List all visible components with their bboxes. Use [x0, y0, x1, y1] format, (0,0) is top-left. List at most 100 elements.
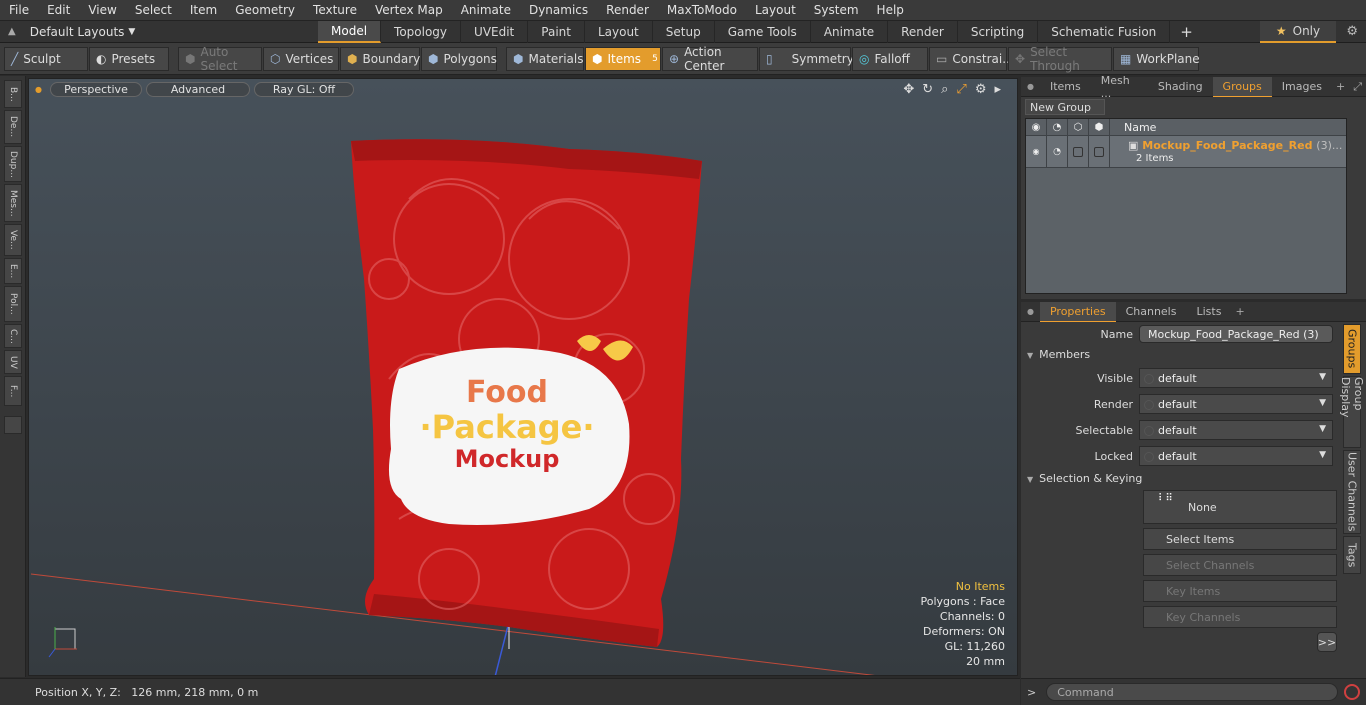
panel-expand-icon[interactable]: ⤢ [1349, 80, 1366, 94]
menu-dynamics[interactable]: Dynamics [520, 3, 597, 17]
tab-images[interactable]: Images [1272, 77, 1332, 97]
menu-geometry[interactable]: Geometry [226, 3, 304, 17]
tab-topology[interactable]: Topology [381, 20, 462, 43]
left-tab-duplicate[interactable]: Dup... [4, 146, 22, 182]
tab-properties[interactable]: Properties [1039, 301, 1116, 322]
panel-menu-icon[interactable]: ● [1021, 82, 1040, 91]
menu-edit[interactable]: Edit [38, 3, 79, 17]
left-tab-edge[interactable]: E... [4, 258, 22, 284]
gear-icon[interactable]: ⚙ [1346, 24, 1358, 39]
menu-texture[interactable]: Texture [304, 3, 366, 17]
tab-render[interactable]: Render [888, 20, 958, 43]
maximize-icon[interactable]: ⤢ [956, 82, 966, 97]
side-tab-tags[interactable]: Tags [1343, 536, 1361, 574]
selectable-dropdown[interactable]: default ▼ [1139, 420, 1333, 440]
boundary-button[interactable]: ⬢ Boundary [340, 46, 420, 71]
pan-icon[interactable]: ✥ [903, 82, 914, 97]
falloff-button[interactable]: ◎ Falloff [852, 46, 928, 71]
viewport-menu-dot-icon[interactable]: ● [35, 85, 42, 94]
vertices-button[interactable]: ⬡Vertices1 [263, 46, 350, 71]
food-package-model[interactable] [351, 139, 702, 647]
only-button[interactable]: ★ Only [1260, 21, 1336, 43]
add-props-tab-icon[interactable]: + [1231, 305, 1248, 318]
tab-items[interactable]: Items [1040, 77, 1091, 97]
left-tab-vertex[interactable]: Ve... [4, 224, 22, 256]
render-dropdown[interactable]: default ▼ [1139, 394, 1333, 414]
side-tab-user-channels[interactable]: User Channels [1343, 450, 1361, 534]
none-button[interactable]: ⠇⠿ None [1143, 490, 1337, 524]
row-render-icon[interactable]: ◔ [1047, 135, 1068, 168]
menu-maxtomodo[interactable]: MaxToModo [658, 3, 746, 17]
workplane-button[interactable]: ▦ WorkPlane [1113, 46, 1200, 71]
add-panel-tab-icon[interactable]: + [1332, 80, 1349, 93]
lock-cube-icon[interactable]: ⬡ [1068, 118, 1089, 136]
zoom-icon[interactable]: ⌕ [941, 82, 948, 97]
tab-channels[interactable]: Channels [1116, 302, 1187, 322]
tab-animate[interactable]: Animate [811, 20, 889, 43]
command-input[interactable]: Command [1046, 683, 1339, 701]
menu-view[interactable]: View [79, 3, 125, 17]
visible-dropdown[interactable]: default ▼ [1139, 368, 1333, 388]
items-button[interactable]: ⬢ Items 5 [585, 46, 661, 71]
tab-paint[interactable]: Paint [528, 20, 585, 43]
tab-game-tools[interactable]: Game Tools [715, 20, 811, 43]
symmetry-button[interactable]: ▯ Symmetry [759, 46, 854, 71]
select-cube-icon[interactable]: ⬢ [1089, 118, 1110, 136]
left-tab-polygon[interactable]: Pol... [4, 286, 22, 322]
members-section[interactable]: ▼ Members [1027, 348, 1090, 361]
side-tab-group-display[interactable]: Group Display [1339, 376, 1365, 448]
left-tab-extra[interactable] [4, 416, 22, 434]
menu-help[interactable]: Help [868, 3, 913, 17]
row-lock-checkbox[interactable] [1073, 146, 1083, 157]
materials-button[interactable]: ⬢ Materials [506, 46, 584, 71]
raygl-button[interactable]: Ray GL: Off [253, 81, 354, 97]
locked-dropdown[interactable]: default ▼ [1139, 446, 1333, 466]
tab-model[interactable]: Model [318, 20, 382, 43]
3d-viewport[interactable]: Food ·Package· Mockup ● Perspective Adva… [28, 78, 1018, 676]
side-tab-groups[interactable]: Groups [1343, 324, 1361, 374]
menu-render[interactable]: Render [597, 3, 658, 17]
tab-uvedit[interactable]: UVEdit [461, 20, 529, 43]
tab-groups[interactable]: Groups [1212, 76, 1272, 97]
add-tab-icon[interactable]: + [1170, 21, 1203, 43]
left-tab-basic[interactable]: B... [4, 80, 22, 108]
render-icon[interactable]: ◔ [1047, 118, 1068, 136]
shading-mode-button[interactable]: Advanced [145, 81, 250, 97]
constraints-button[interactable]: ▭ Constrai... [929, 46, 1014, 71]
record-macro-icon[interactable] [1344, 684, 1361, 700]
menu-vertex-map[interactable]: Vertex Map [366, 3, 452, 17]
menu-file[interactable]: File [0, 3, 38, 17]
tab-schematic-fusion[interactable]: Schematic Fusion [1038, 20, 1171, 43]
more-button[interactable]: >> [1317, 632, 1337, 652]
presets-button[interactable]: ◐ Presets [89, 46, 169, 71]
group-row[interactable]: ◉ ◔ ▣ Mockup_Food_Package_Red (3)... 2 I… [1026, 135, 1346, 168]
selection-keying-section[interactable]: ▼ Selection & Keying [1027, 472, 1142, 485]
left-tab-curve[interactable]: C... [4, 324, 22, 348]
key-items-button[interactable]: Key Items [1143, 580, 1337, 602]
key-channels-button[interactable]: Key Channels [1143, 606, 1337, 628]
menu-item[interactable]: Item [181, 3, 226, 17]
tab-setup[interactable]: Setup [653, 20, 715, 43]
menu-animate[interactable]: Animate [452, 3, 520, 17]
viewport-expand-arrow-icon[interactable]: ▸ [994, 82, 1001, 97]
menu-layout[interactable]: Layout [746, 3, 805, 17]
new-group-button[interactable]: New Group [1025, 99, 1105, 115]
tab-scripting[interactable]: Scripting [958, 20, 1039, 43]
select-channels-button[interactable]: Select Channels [1143, 554, 1337, 576]
visibility-eye-icon[interactable]: ◉ [1026, 118, 1047, 136]
polygons-button[interactable]: ⬢ Polygons [421, 46, 497, 71]
tab-shading[interactable]: Shading [1148, 77, 1213, 97]
props-menu-icon[interactable]: ● [1021, 307, 1040, 316]
left-tab-uv[interactable]: UV [4, 350, 22, 374]
left-tab-deform[interactable]: De... [4, 110, 22, 144]
perspective-view-button[interactable]: Perspective [49, 81, 142, 97]
left-tab-fusion[interactable]: F... [4, 376, 22, 406]
tab-lists[interactable]: Lists [1186, 302, 1231, 322]
group-name-input[interactable]: Mockup_Food_Package_Red (3) [1139, 325, 1333, 343]
tab-mesh[interactable]: Mesh ... [1091, 74, 1148, 100]
auto-select-button[interactable]: ⬢ Auto Select [178, 45, 262, 73]
viewport-gear-icon[interactable]: ⚙ [975, 82, 987, 97]
menu-system[interactable]: System [805, 3, 868, 17]
sculpt-button[interactable]: ╱ Sculpt [4, 46, 88, 71]
select-items-button[interactable]: Select Items [1143, 528, 1337, 550]
